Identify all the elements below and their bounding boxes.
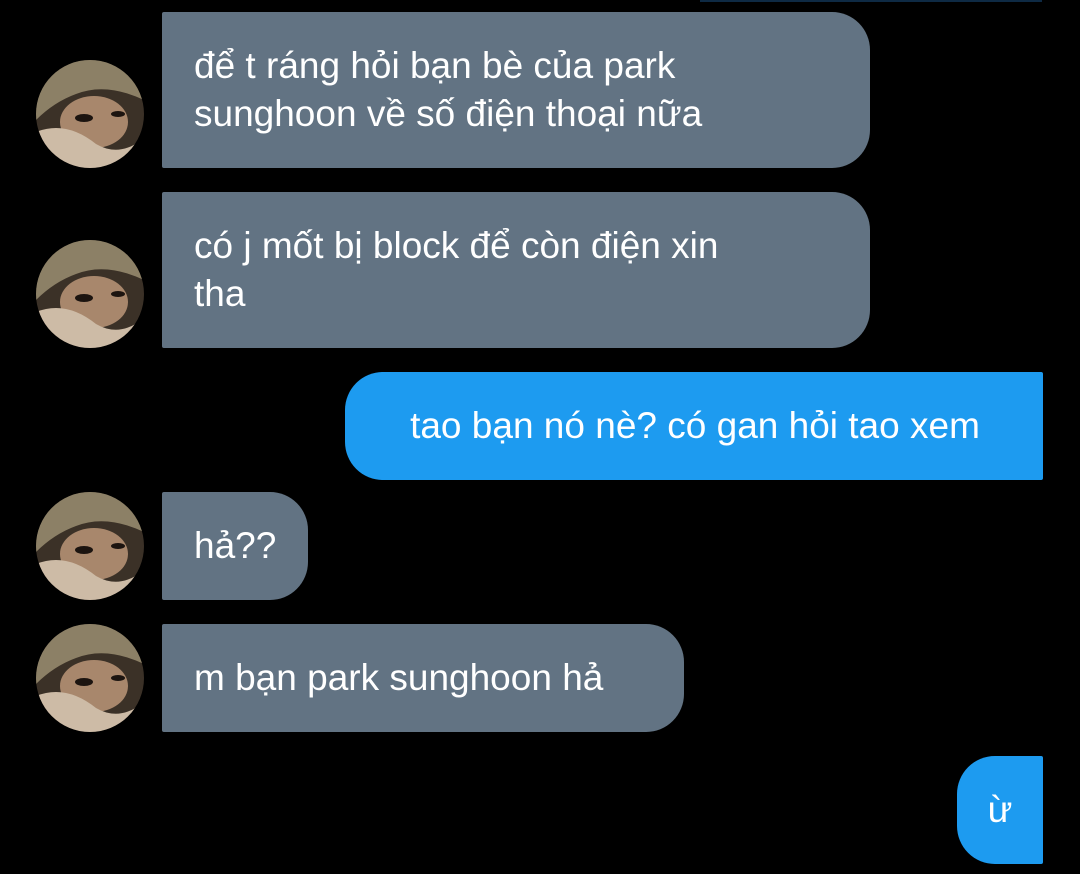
message-text: để t ráng hỏi bạn bè của park sunghoon v…: [194, 45, 703, 134]
message-bubble-incoming[interactable]: m bạn park sunghoon hả: [162, 624, 684, 732]
avatar-photo-icon: [36, 60, 144, 168]
message-text: hả??: [194, 525, 277, 566]
message-bubble-incoming[interactable]: có j mốt bị block để còn điện xin tha: [162, 192, 870, 348]
avatar-photo-icon: [36, 240, 144, 348]
contact-avatar[interactable]: [36, 624, 144, 732]
contact-avatar[interactable]: [36, 60, 144, 168]
message-text: ừ: [987, 789, 1013, 830]
contact-avatar[interactable]: [36, 240, 144, 348]
message-text: có j mốt bị block để còn điện xin tha: [194, 225, 719, 314]
message-text: m bạn park sunghoon hả: [194, 657, 604, 698]
message-bubble-outgoing[interactable]: ừ: [957, 756, 1043, 864]
message-text: tao bạn nó nè? có gan hỏi tao xem: [410, 405, 980, 446]
avatar-photo-icon: [36, 492, 144, 600]
previous-message-edge: [700, 0, 1042, 2]
message-bubble-incoming[interactable]: hả??: [162, 492, 308, 600]
message-bubble-incoming[interactable]: để t ráng hỏi bạn bè của park sunghoon v…: [162, 12, 870, 168]
message-bubble-outgoing[interactable]: tao bạn nó nè? có gan hỏi tao xem: [345, 372, 1043, 480]
avatar-photo-icon: [36, 624, 144, 732]
contact-avatar[interactable]: [36, 492, 144, 600]
